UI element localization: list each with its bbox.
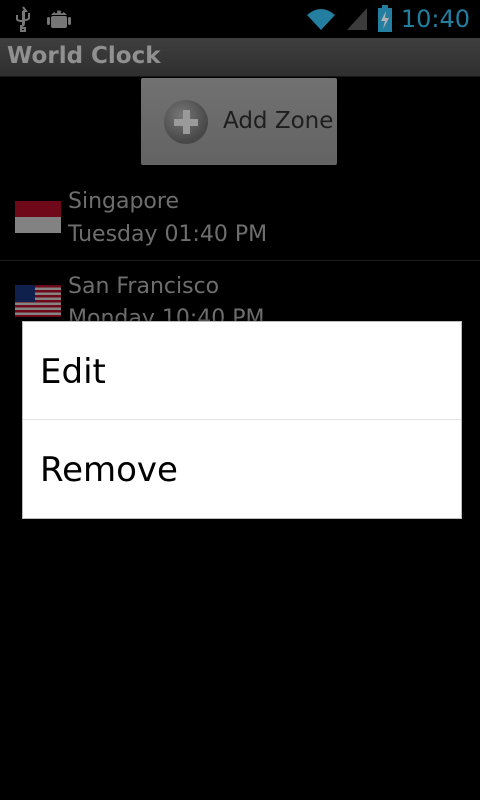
menu-item-edit[interactable]: Edit — [23, 322, 461, 419]
menu-item-label: Remove — [40, 450, 178, 490]
context-menu: Edit Remove — [22, 321, 462, 519]
menu-item-remove[interactable]: Remove — [23, 420, 461, 517]
menu-item-label: Edit — [40, 352, 106, 392]
